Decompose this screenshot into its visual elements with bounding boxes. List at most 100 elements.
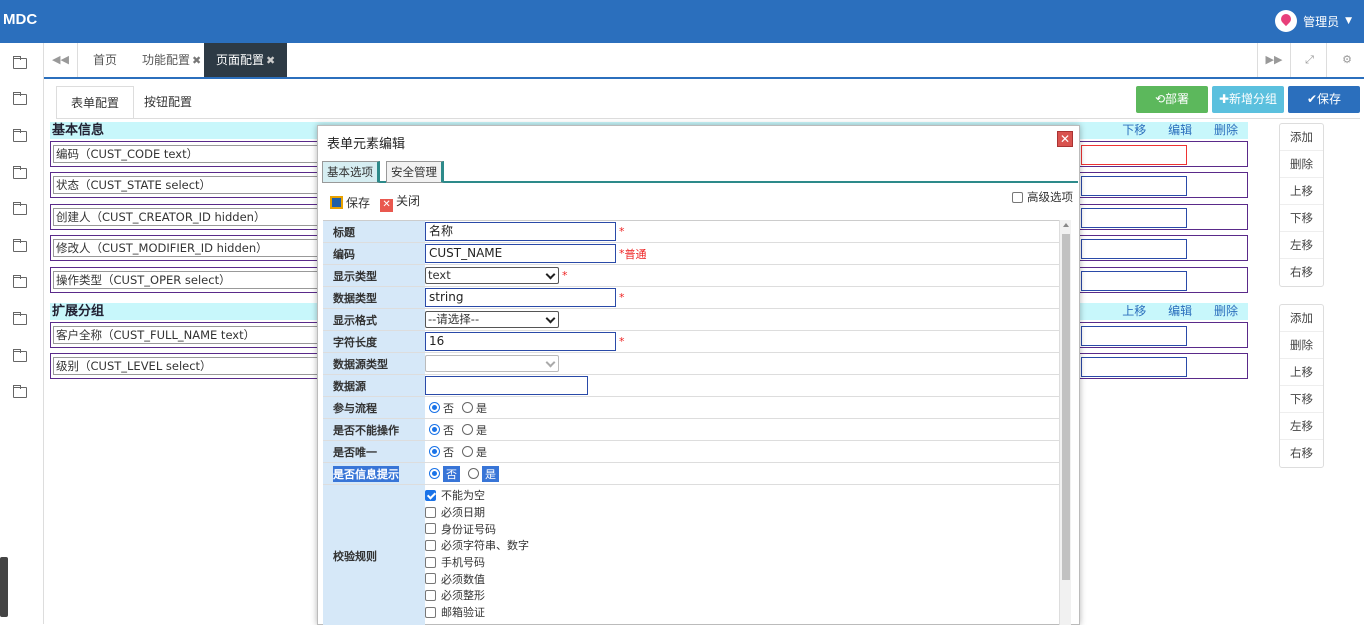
dialog-scrollbar[interactable] [1059,220,1071,625]
delete-button[interactable]: 删除 [1280,151,1323,178]
move-down-button[interactable]: 下移 [1280,205,1323,232]
datasource-type-select[interactable] [425,355,559,372]
tab-basic-options[interactable]: 基本选项 [322,161,380,183]
display-type-select[interactable]: text [425,267,559,284]
rule-item[interactable]: 必须整形 [425,587,529,604]
advanced-options-toggle[interactable]: 高级选项 [1012,189,1073,205]
rule-checkbox[interactable] [425,589,436,601]
folder-icon[interactable] [13,129,27,142]
rule-item[interactable]: 邮箱验证 [425,604,529,621]
rule-item[interactable]: 必须日期 [425,504,529,521]
move-down-link[interactable]: 下移 [1122,123,1146,137]
fullscreen-icon[interactable]: ⤢ [1293,43,1327,77]
radio-label: 是 [482,465,499,482]
tab-function-config[interactable]: 功能配置 ✖ [130,43,213,77]
deploy-button[interactable]: ⟲部署 [1136,86,1208,113]
move-right-button[interactable]: 右移 [1280,440,1323,467]
add-button[interactable]: 添加 [1280,124,1323,151]
radio-no[interactable] [429,468,440,479]
gear-icon[interactable]: ⚙ [1330,43,1364,77]
add-button[interactable]: 添加 [1280,305,1323,332]
rule-checkbox[interactable] [425,573,436,585]
radio-yes[interactable] [462,446,473,457]
advanced-options-checkbox[interactable] [1012,191,1023,203]
move-left-button[interactable]: 左移 [1280,232,1323,259]
rule-item[interactable]: 必须字符串、数字 [425,537,529,554]
close-icon[interactable]: ✖ [266,54,275,67]
delete-link[interactable]: 删除 [1214,304,1238,318]
close-icon[interactable]: ✖ [192,54,201,67]
move-up-button[interactable]: 上移 [1280,178,1323,205]
rule-checkbox[interactable] [425,489,436,501]
element-form: 标题 名称 * 编码 CUST_NAME * 普通 显示类型 text * 数据类型 s… [323,220,1064,625]
length-input[interactable]: 16 [425,332,616,351]
tab-form-config[interactable]: 表单配置 [56,86,135,119]
field-label: 操作类型（CUST_OPER select） [53,271,318,289]
form-row-flow: 参与流程 否 是 [323,397,1064,419]
datasource-input[interactable] [425,376,588,395]
folder-icon[interactable] [13,56,27,69]
tab-button-config[interactable]: 按钮配置 [130,86,206,119]
radio-no[interactable] [429,402,440,413]
user-menu[interactable]: 管理员 ▼ [1275,10,1352,32]
folder-icon[interactable] [13,202,27,215]
folder-icon[interactable] [13,312,27,325]
radio-yes[interactable] [462,424,473,435]
save-button[interactable]: ✔保存 [1288,86,1360,113]
dialog-close-button[interactable]: ✕ 关闭 [380,192,420,212]
folder-icon[interactable] [13,385,27,398]
scroll-up-icon[interactable] [1063,223,1069,227]
move-up-button[interactable]: 上移 [1280,359,1323,386]
rule-checkbox[interactable] [425,506,436,518]
rule-item[interactable]: 必须数值 [425,570,529,587]
radio-label: 是 [476,423,487,437]
field-label: 数据源 [323,375,425,396]
rule-checkbox[interactable] [425,539,436,551]
folder-icon[interactable] [13,166,27,179]
edit-link[interactable]: 编辑 [1168,123,1192,137]
rule-item[interactable]: 手机号码 [425,554,529,571]
tab-scroll-left-icon[interactable]: ◀◀ [44,43,78,77]
rule-checkbox[interactable] [425,606,436,618]
tab-page-config[interactable]: 页面配置 ✖ [204,43,288,77]
rule-item[interactable]: 身份证号码 [425,520,529,537]
radio-no[interactable] [429,446,440,457]
move-up-link[interactable]: 上移 [1122,304,1146,318]
folder-icon[interactable] [13,275,27,288]
field-label: 状态（CUST_STATE select） [53,176,318,194]
close-icon[interactable]: ✕ [1057,131,1073,147]
form-row-datasource: 数据源 [323,375,1064,397]
rule-item[interactable]: 不能为空 [425,487,529,504]
rule-checkbox[interactable] [425,556,436,568]
dock-widget[interactable] [0,557,8,617]
field-label: 数据源类型 [323,353,425,374]
dialog-save-button[interactable]: 保存 [330,194,370,211]
folder-icon[interactable] [13,239,27,252]
radio-no[interactable] [429,424,440,435]
delete-button[interactable]: 删除 [1280,332,1323,359]
display-format-select[interactable]: --请选择-- [425,311,559,328]
folder-icon[interactable] [13,92,27,105]
rule-checkbox[interactable] [425,523,436,535]
data-type-input[interactable]: string [425,288,616,307]
folder-icon[interactable] [13,349,27,362]
form-row-data-type: 数据类型 string * [323,287,1064,309]
section-title: 基本信息 [52,123,105,138]
tab-bar: ◀◀ 首页 功能配置 ✖ 页面配置 ✖ ▶▶ ⤢ ⚙ [44,43,1364,79]
delete-link[interactable]: 删除 [1214,123,1238,137]
tab-security[interactable]: 安全管理 [386,161,444,183]
tab-scroll-right-icon[interactable]: ▶▶ [1257,43,1291,77]
add-group-button[interactable]: ✚新增分组 [1212,86,1284,113]
field-label: 显示格式 [323,309,425,330]
code-input[interactable]: CUST_NAME [425,244,616,263]
move-down-button[interactable]: 下移 [1280,386,1323,413]
radio-yes[interactable] [462,402,473,413]
move-left-button[interactable]: 左移 [1280,413,1323,440]
edit-link[interactable]: 编辑 [1168,304,1192,318]
scrollbar-thumb[interactable] [1062,234,1070,580]
field-label: 是否不能操作 [323,419,425,440]
radio-yes[interactable] [468,468,479,479]
tab-home[interactable]: 首页 [81,43,129,77]
title-input[interactable]: 名称 [425,222,616,241]
move-right-button[interactable]: 右移 [1280,259,1323,286]
